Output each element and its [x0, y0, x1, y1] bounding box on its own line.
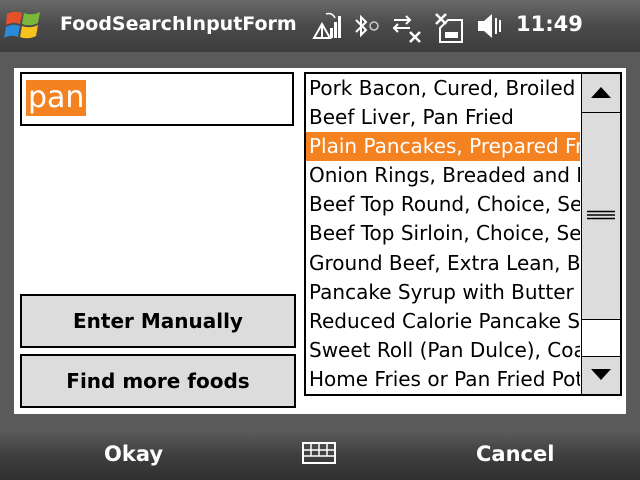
- bluetooth-icon[interactable]: [348, 8, 384, 44]
- food-results-list[interactable]: Pork Bacon, Cured, Broiled Beef Liver, Pa…: [304, 72, 622, 396]
- search-input[interactable]: pan: [20, 72, 294, 126]
- food-result-item[interactable]: Beef Liver, Pan Fried: [306, 103, 580, 132]
- food-result-item[interactable]: Pork Bacon, Cured, Broiled: [306, 74, 580, 103]
- title-bar: FoodSearchInputForm 11:49: [0, 0, 640, 52]
- triangle-up-icon: [591, 87, 611, 98]
- food-result-item[interactable]: Reduced Calorie Pancake Syrup: [306, 307, 580, 336]
- clock[interactable]: 11:49: [516, 12, 583, 36]
- food-result-item[interactable]: Beef Top Round, Choice, Separable: [306, 190, 580, 219]
- sync-off-icon[interactable]: [388, 8, 424, 44]
- antenna-signal-icon[interactable]: [308, 8, 344, 44]
- scroll-down-button[interactable]: [582, 356, 620, 394]
- softkey-bar: Okay Cancel: [0, 428, 640, 480]
- app-title: FoodSearchInputForm: [60, 13, 297, 35]
- okay-softkey[interactable]: Okay: [104, 442, 163, 466]
- grip-lines-icon: [587, 210, 615, 220]
- content-area: pan Enter Manually Find more foods Pork …: [0, 52, 640, 428]
- find-more-foods-button[interactable]: Find more foods: [20, 354, 296, 408]
- results-scrollbar[interactable]: [581, 74, 620, 394]
- food-result-item[interactable]: Pancake Syrup with Butter: [306, 278, 580, 307]
- windows-start-icon[interactable]: [4, 6, 44, 44]
- speaker-icon[interactable]: [474, 8, 510, 44]
- scroll-thumb[interactable]: [582, 113, 620, 320]
- food-result-item[interactable]: Sweet Roll (Pan Dulce), Coated: [306, 336, 580, 365]
- cancel-softkey[interactable]: Cancel: [476, 442, 554, 466]
- triangle-down-icon: [591, 369, 611, 380]
- no-sim-icon[interactable]: [430, 8, 466, 44]
- food-result-item[interactable]: Beef Top Sirloin, Choice, Separable: [306, 219, 580, 248]
- scroll-up-button[interactable]: [582, 74, 620, 113]
- food-results-items: Pork Bacon, Cured, Broiled Beef Liver, Pa…: [306, 74, 580, 394]
- food-result-item[interactable]: Ground Beef, Extra Lean, Broiled: [306, 249, 580, 278]
- food-result-item[interactable]: Onion Rings, Breaded and Fried: [306, 161, 580, 190]
- enter-manually-button[interactable]: Enter Manually: [20, 294, 296, 348]
- search-input-value: pan: [26, 80, 87, 116]
- search-form-panel: pan Enter Manually Find more foods Pork …: [14, 68, 626, 414]
- food-result-item[interactable]: Plain Pancakes, Prepared From: [306, 132, 580, 162]
- food-result-item[interactable]: Home Fries or Pan Fried Potatoes: [306, 365, 580, 394]
- keyboard-icon[interactable]: [302, 442, 336, 464]
